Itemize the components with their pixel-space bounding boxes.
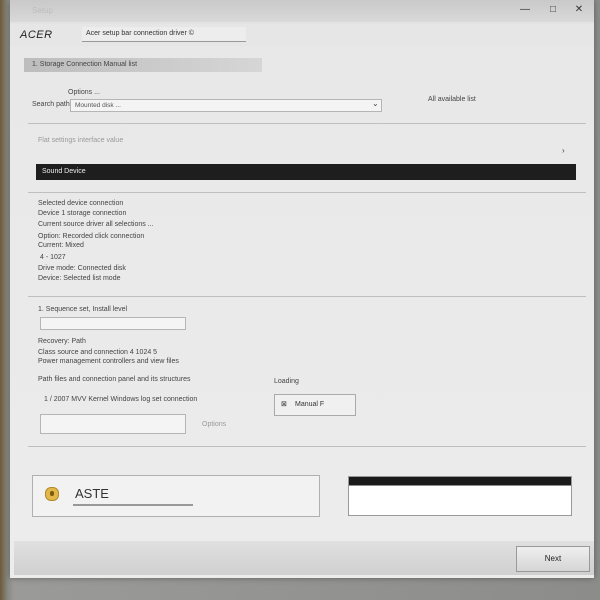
checkbox-label: Manual F: [295, 401, 325, 408]
search-path-input[interactable]: Mounted disk ...: [70, 99, 382, 112]
window-title: Setup: [32, 6, 53, 15]
available-list-label: All available list: [428, 96, 476, 103]
divider: [28, 192, 586, 193]
divider: [28, 296, 586, 297]
divider: [28, 446, 586, 447]
info-line: Current: Mixed: [38, 242, 84, 249]
info-line: Path files and connection panel and its …: [38, 376, 191, 383]
install-level-label: 1. Sequence set, Install level: [38, 306, 128, 313]
close-button[interactable]: ✕: [572, 4, 586, 16]
minimize-button[interactable]: —: [518, 4, 532, 16]
info-line: Device: Selected list mode: [38, 275, 121, 282]
info-line: Drive mode: Connected disk: [38, 265, 126, 272]
info-line: Recovery: Path: [38, 338, 86, 345]
info-line: Class source and connection 4 1024 5: [38, 349, 158, 356]
info-line: Selected device connection: [38, 200, 124, 207]
dropdown-chevron-icon[interactable]: ⌄: [372, 99, 379, 108]
chevron-right-icon[interactable]: ›: [562, 146, 565, 155]
next-button[interactable]: Next: [516, 546, 590, 572]
brand-panel: ASTE: [32, 475, 320, 517]
info-line: 4 - 1027: [40, 254, 66, 261]
info-line: Current source driver all selections ...: [38, 221, 154, 228]
preview-panel: [348, 476, 572, 516]
info-line: Option: Recorded click connection: [38, 233, 145, 240]
options-label: Options: [202, 421, 227, 428]
search-path-label: Search path: [32, 101, 70, 108]
install-level-input[interactable]: [40, 317, 186, 330]
bottom-input[interactable]: [40, 414, 186, 434]
sound-device-bar[interactable]: Sound Device: [36, 164, 576, 180]
footer-bar: [14, 541, 594, 575]
top-toolbar: ACER Acer setup bar connection driver ©: [10, 24, 594, 46]
coin-icon: [45, 487, 59, 501]
check-icon: ⊠: [281, 401, 287, 408]
info-line: Power management controllers and view fi…: [38, 358, 179, 365]
address-field[interactable]: Acer setup bar connection driver ©: [82, 27, 246, 42]
options-hint: Options ...: [68, 89, 100, 96]
setup-window: Setup — □ ✕ ACER Acer setup bar connecti…: [10, 0, 594, 578]
option-line: 1 / 2007 MVV Kernel Windows log set conn…: [44, 396, 198, 403]
checkbox-caption: Loading: [274, 378, 299, 385]
breadcrumb: 1. Storage Connection Manual list: [24, 58, 262, 72]
manual-checkbox[interactable]: ⊠ Manual F: [274, 394, 356, 416]
settings-label: Flat settings interface value: [38, 137, 124, 144]
divider: [28, 123, 586, 124]
acer-logo: ACER: [20, 29, 53, 41]
info-line: Device 1 storage connection: [38, 210, 127, 217]
brand-label: ASTE: [75, 486, 109, 501]
brand-underline: [73, 504, 193, 506]
title-bar: Setup — □ ✕: [10, 0, 594, 22]
maximize-button[interactable]: □: [546, 4, 560, 16]
